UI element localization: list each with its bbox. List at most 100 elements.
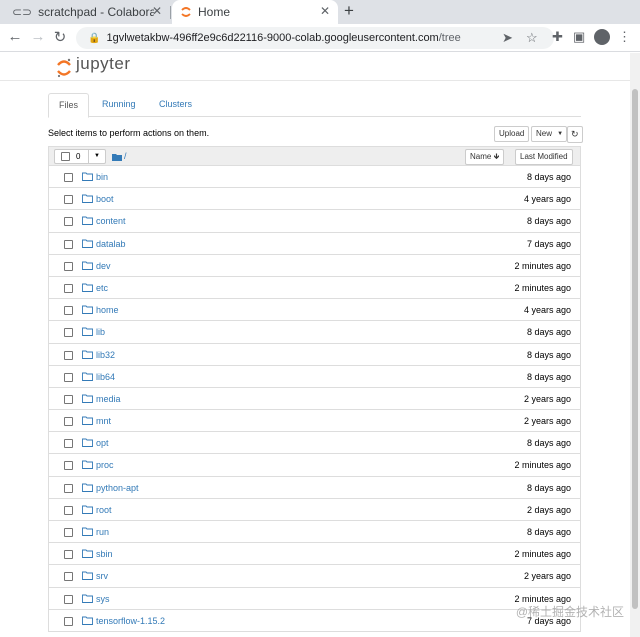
breadcrumb-root[interactable]: / bbox=[124, 151, 127, 161]
item-name-link[interactable]: root bbox=[96, 505, 112, 515]
item-checkbox[interactable] bbox=[64, 439, 73, 449]
refresh-button[interactable]: ↻ bbox=[567, 126, 583, 143]
item-name-link[interactable]: etc bbox=[96, 283, 108, 293]
item-checkbox[interactable] bbox=[64, 461, 73, 471]
item-name-link[interactable]: bin bbox=[96, 172, 108, 182]
folder-icon bbox=[82, 394, 93, 403]
folder-icon bbox=[82, 194, 93, 204]
item-name-link[interactable]: srv bbox=[96, 571, 108, 581]
item-name-link[interactable]: dev bbox=[96, 261, 111, 271]
item-checkbox[interactable] bbox=[64, 283, 73, 293]
sort-by-modified-button[interactable]: Last Modified bbox=[515, 149, 573, 165]
item-checkbox[interactable] bbox=[64, 505, 73, 515]
profile-avatar[interactable] bbox=[594, 29, 610, 45]
item-checkbox[interactable] bbox=[64, 417, 73, 427]
item-checkbox[interactable] bbox=[64, 394, 73, 404]
file-list-item[interactable]: sys 2 minutes ago bbox=[49, 588, 580, 610]
reload-icon[interactable]: ↻ bbox=[50, 28, 70, 46]
file-list-item[interactable]: content 8 days ago bbox=[49, 210, 580, 233]
file-list-item[interactable]: media 2 years ago bbox=[49, 388, 580, 411]
select-all-checkbox[interactable] bbox=[61, 152, 70, 161]
star-icon[interactable]: ☆ bbox=[526, 30, 538, 46]
file-list-item[interactable]: srv 2 years ago bbox=[49, 565, 580, 588]
item-name-link[interactable]: lib64 bbox=[96, 372, 115, 382]
item-checkbox[interactable] bbox=[64, 528, 73, 537]
item-checkbox[interactable] bbox=[64, 550, 73, 560]
folder-icon bbox=[82, 283, 93, 292]
item-checkbox[interactable] bbox=[64, 328, 73, 338]
item-checkbox[interactable] bbox=[64, 173, 73, 182]
file-list-item[interactable]: run 8 days ago bbox=[49, 521, 580, 544]
sort-by-name-button[interactable]: Name 🡻 bbox=[465, 149, 505, 165]
item-checkbox[interactable] bbox=[64, 372, 73, 382]
address-bar[interactable]: 🔒 1gvlwetakbw-496ff2e9c6d22116-9000-cola… bbox=[76, 27, 554, 49]
item-name-link[interactable]: lib bbox=[96, 327, 105, 337]
item-checkbox[interactable] bbox=[64, 594, 73, 604]
forward-arrow-icon[interactable]: → bbox=[28, 28, 48, 45]
item-name-link[interactable]: mnt bbox=[96, 416, 111, 426]
item-name-link[interactable]: content bbox=[96, 216, 126, 226]
file-list-item[interactable]: root 2 days ago bbox=[49, 499, 580, 521]
upload-button[interactable]: Upload bbox=[494, 126, 530, 142]
item-checkbox[interactable] bbox=[64, 483, 73, 493]
item-name-link[interactable]: media bbox=[96, 394, 121, 404]
extensions-icon[interactable]: ✚ bbox=[552, 29, 563, 45]
item-checkbox[interactable] bbox=[64, 616, 73, 626]
item-modified-time: 8 days ago bbox=[526, 172, 571, 182]
file-list-item[interactable]: dev 2 minutes ago bbox=[49, 255, 580, 277]
tab-running[interactable]: Running bbox=[92, 93, 146, 118]
item-checkbox[interactable] bbox=[64, 195, 73, 205]
back-arrow-icon[interactable]: ← bbox=[5, 28, 25, 45]
menu-kebab-icon[interactable]: ⋮ bbox=[618, 29, 631, 45]
item-name-link[interactable]: opt bbox=[96, 438, 109, 448]
file-list-item[interactable]: python-apt 8 days ago bbox=[49, 477, 580, 499]
select-all-dropdown[interactable]: 0 ▼ bbox=[54, 149, 106, 164]
item-name-link[interactable]: sys bbox=[96, 594, 110, 604]
item-modified-time: 8 days ago bbox=[526, 438, 571, 449]
item-checkbox[interactable] bbox=[64, 239, 73, 249]
tab-clusters[interactable]: Clusters bbox=[149, 93, 202, 118]
folder-icon bbox=[112, 154, 122, 161]
file-list-item[interactable]: lib64 8 days ago bbox=[49, 366, 580, 388]
new-dropdown-button[interactable]: New ▼ bbox=[531, 126, 568, 142]
item-checkbox[interactable] bbox=[64, 306, 73, 316]
item-name-link[interactable]: tensorflow-1.15.2 bbox=[96, 616, 165, 626]
browser-tab-home[interactable]: Home ✕ bbox=[172, 0, 338, 24]
tab-files[interactable]: Files bbox=[48, 93, 89, 118]
sort-name-label: Name bbox=[470, 152, 492, 161]
item-checkbox[interactable] bbox=[64, 261, 73, 271]
send-icon[interactable]: ➤ bbox=[502, 30, 513, 46]
scrollbar-thumb[interactable] bbox=[632, 89, 638, 609]
file-list-item[interactable]: datalab 7 days ago bbox=[49, 233, 580, 255]
item-name-link[interactable]: lib32 bbox=[96, 350, 115, 360]
file-list-item[interactable]: lib32 8 days ago bbox=[49, 344, 580, 366]
close-icon[interactable]: ✕ bbox=[152, 4, 162, 18]
file-list-item[interactable]: proc 2 minutes ago bbox=[49, 454, 580, 477]
item-checkbox[interactable] bbox=[64, 572, 73, 582]
file-list-item[interactable]: home 4 years ago bbox=[49, 299, 580, 322]
file-list-item[interactable]: bin 8 days ago bbox=[49, 166, 580, 189]
item-name-link[interactable]: datalab bbox=[96, 239, 126, 249]
file-list-item[interactable]: lib 8 days ago bbox=[49, 321, 580, 344]
file-list-item[interactable]: tensorflow-1.15.2 7 days ago bbox=[49, 610, 580, 632]
item-name-link[interactable]: boot bbox=[96, 194, 114, 204]
file-list-item[interactable]: opt 8 days ago bbox=[49, 432, 580, 455]
browser-tab-colab[interactable]: ⊂⊃ scratchpad - Colaboratory ✕ bbox=[0, 0, 170, 24]
item-checkbox[interactable] bbox=[64, 217, 73, 227]
close-icon[interactable]: ✕ bbox=[320, 4, 330, 18]
action-bar: Select items to perform actions on them.… bbox=[48, 117, 583, 145]
file-list-item[interactable]: mnt 2 years ago bbox=[49, 410, 580, 433]
item-checkbox[interactable] bbox=[64, 350, 73, 360]
item-name-link[interactable]: run bbox=[96, 527, 109, 537]
file-list-item[interactable]: boot 4 years ago bbox=[49, 188, 580, 211]
item-name-link[interactable]: sbin bbox=[96, 549, 113, 559]
item-name-link[interactable]: home bbox=[96, 305, 119, 315]
item-name-link[interactable]: python-apt bbox=[96, 483, 139, 493]
page-scrollbar[interactable] bbox=[630, 53, 640, 637]
file-list-item[interactable]: sbin 2 minutes ago bbox=[49, 543, 580, 566]
jupyter-logo-icon[interactable] bbox=[56, 57, 72, 79]
item-name-link[interactable]: proc bbox=[96, 460, 114, 470]
new-tab-button[interactable]: + bbox=[344, 1, 354, 21]
file-list-item[interactable]: etc 2 minutes ago bbox=[49, 277, 580, 300]
side-panel-icon[interactable]: ▣ bbox=[573, 29, 585, 45]
